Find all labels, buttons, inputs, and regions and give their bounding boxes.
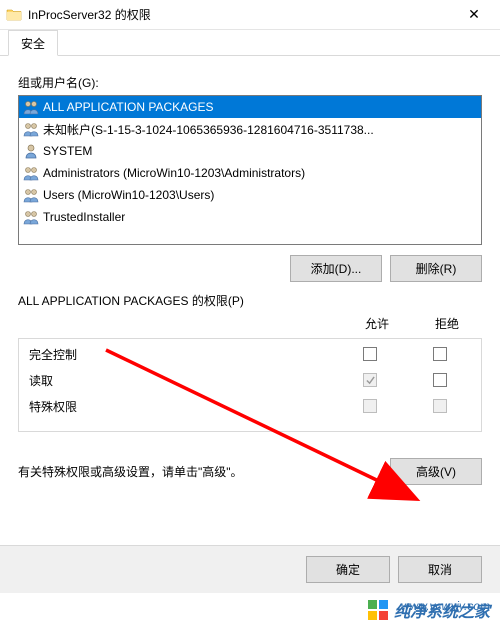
- allow-cell: [335, 373, 405, 387]
- windows-logo-icon: [368, 600, 388, 620]
- deny-cell: [405, 347, 475, 361]
- permission-name: 读取: [25, 372, 335, 389]
- checkbox[interactable]: [363, 347, 377, 361]
- dialog-button-row: 确定 取消: [0, 545, 500, 593]
- permission-row: 读取: [25, 367, 475, 393]
- window-title: InProcServer32 的权限: [28, 6, 454, 23]
- allow-cell: [335, 347, 405, 361]
- permissions-for-label: ALL APPLICATION PACKAGES 的权限(P): [18, 292, 482, 309]
- ok-button[interactable]: 确定: [306, 556, 390, 583]
- principal-item[interactable]: Users (MicroWin10-1203\Users): [19, 184, 481, 206]
- group-icon: [23, 209, 39, 225]
- folder-icon: [6, 7, 22, 23]
- principals-listbox[interactable]: ALL APPLICATION PACKAGES 未知帐户(S-1-15-3-10…: [18, 95, 482, 245]
- tab-security[interactable]: 安全: [8, 30, 58, 56]
- add-button[interactable]: 添加(D)...: [290, 255, 382, 282]
- checkbox: [433, 399, 447, 413]
- allow-cell: [335, 399, 405, 413]
- column-deny: 拒绝: [412, 315, 482, 332]
- principal-name: 未知帐户(S-1-15-3-1024-1065365936-1281604716…: [43, 121, 374, 138]
- advanced-hint-text: 有关特殊权限或高级设置，请单击"高级"。: [18, 463, 390, 480]
- permissions-header: 允许 拒绝: [18, 315, 482, 332]
- checkbox[interactable]: [433, 373, 447, 387]
- title-bar: InProcServer32 的权限 ✕: [0, 0, 500, 30]
- remove-button[interactable]: 删除(R): [390, 255, 482, 282]
- group-icon: [23, 99, 39, 115]
- principal-name: TrustedInstaller: [43, 210, 125, 224]
- advanced-row: 有关特殊权限或高级设置，请单击"高级"。 高级(V): [18, 458, 482, 485]
- permission-row: 特殊权限: [25, 393, 475, 419]
- principal-item[interactable]: Administrators (MicroWin10-1203\Administ…: [19, 162, 481, 184]
- tab-row: 安全: [0, 30, 500, 56]
- principal-item[interactable]: SYSTEM: [19, 140, 481, 162]
- close-button[interactable]: ✕: [454, 1, 494, 29]
- user-icon: [23, 143, 39, 159]
- checkbox[interactable]: [433, 347, 447, 361]
- watermark: www.ycwxjy.com 纯净系统之家: [0, 593, 500, 627]
- group-icon: [23, 121, 39, 137]
- deny-cell: [405, 373, 475, 387]
- principal-name: ALL APPLICATION PACKAGES: [43, 100, 214, 114]
- add-remove-row: 添加(D)... 删除(R): [18, 255, 482, 282]
- dialog-content: 组或用户名(G): ALL APPLICATION PACKAGES 未知帐户(S…: [0, 56, 500, 485]
- principal-name: Users (MicroWin10-1203\Users): [43, 188, 214, 202]
- checkbox: [363, 399, 377, 413]
- principal-item[interactable]: TrustedInstaller: [19, 206, 481, 228]
- groups-users-label: 组或用户名(G):: [18, 74, 482, 91]
- group-icon: [23, 165, 39, 181]
- permission-name: 特殊权限: [25, 398, 335, 415]
- permission-row: 完全控制: [25, 341, 475, 367]
- principal-item[interactable]: 未知帐户(S-1-15-3-1024-1065365936-1281604716…: [19, 118, 481, 140]
- permissions-grid: 完全控制读取特殊权限: [18, 338, 482, 432]
- cancel-button[interactable]: 取消: [398, 556, 482, 583]
- watermark-url: www.ycwxjy.com: [401, 599, 490, 613]
- principal-name: Administrators (MicroWin10-1203\Administ…: [43, 166, 305, 180]
- advanced-button[interactable]: 高级(V): [390, 458, 482, 485]
- group-icon: [23, 187, 39, 203]
- deny-cell: [405, 399, 475, 413]
- column-allow: 允许: [342, 315, 412, 332]
- principal-item[interactable]: ALL APPLICATION PACKAGES: [19, 96, 481, 118]
- permission-name: 完全控制: [25, 346, 335, 363]
- checkbox: [363, 373, 377, 387]
- close-icon: ✕: [468, 6, 480, 23]
- principal-name: SYSTEM: [43, 144, 92, 158]
